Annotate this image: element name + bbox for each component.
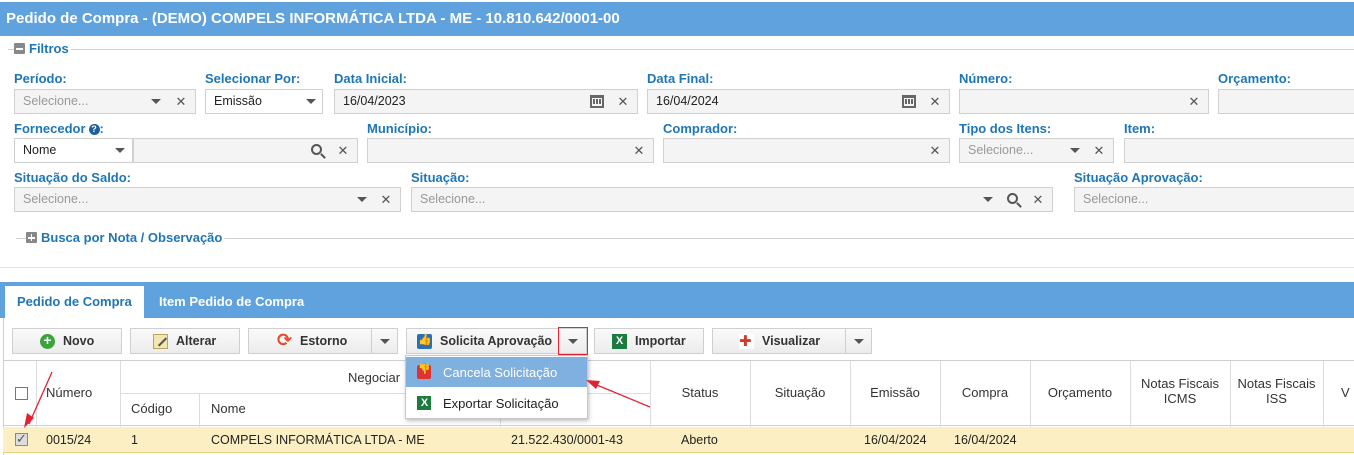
menu-arrow-head [586, 380, 600, 389]
app-window: Pedido de Compra - (DEMO) COMPELS INFORM… [0, 0, 1354, 455]
checkbox-arrow-line [28, 371, 53, 425]
menu-arrow-line [591, 382, 651, 408]
annotation-arrows [24, 371, 651, 428]
